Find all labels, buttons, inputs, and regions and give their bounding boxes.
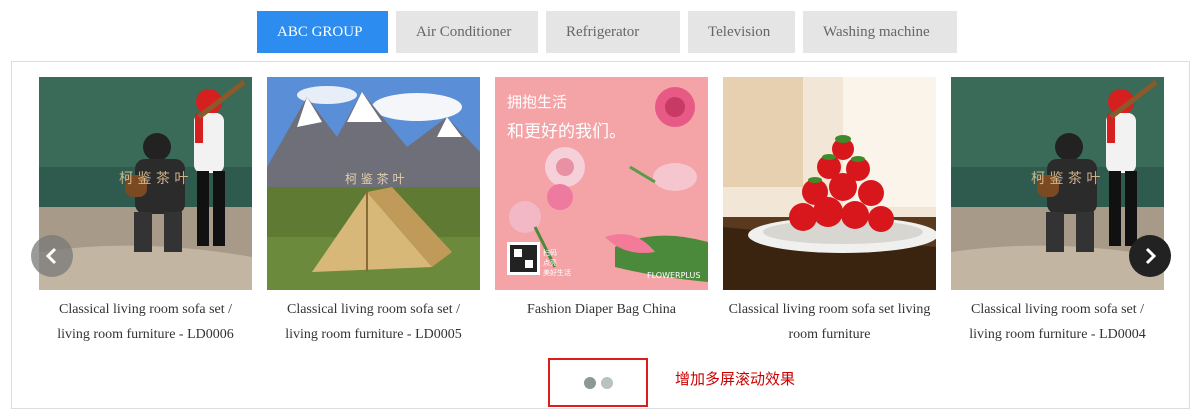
carousel-prev-button[interactable] bbox=[31, 235, 73, 277]
product-caption[interactable]: Classical living room sofa set / living … bbox=[267, 297, 480, 347]
product-image[interactable]: 拥抱生活 和更好的我们。 扫码 点亮 美好生活 FLOWERPLUS bbox=[495, 77, 708, 290]
product-card[interactable]: 柯 鉴 茶 叶 Classical living room sofa set /… bbox=[267, 77, 480, 347]
svg-text:美好生活: 美好生活 bbox=[543, 268, 571, 277]
product-caption[interactable]: Classical living room sofa set / living … bbox=[951, 297, 1164, 347]
carousel-next-button[interactable] bbox=[1129, 235, 1171, 277]
svg-text:点亮: 点亮 bbox=[543, 258, 557, 267]
tab-abc-group[interactable]: ABC GROUP bbox=[257, 11, 388, 53]
annotation-note: 增加多屏滚动效果 bbox=[675, 370, 796, 388]
carousel-dot-2[interactable] bbox=[600, 376, 613, 389]
tab-air-conditioner[interactable]: Air Conditioner bbox=[396, 11, 538, 53]
product-card[interactable]: 拥抱生活 和更好的我们。 扫码 点亮 美好生活 FLOWERPLUS Fashi… bbox=[495, 77, 708, 322]
product-carousel: 柯 鉴 茶 叶 Classical living room sofa set /… bbox=[11, 61, 1190, 409]
product-image[interactable] bbox=[723, 77, 936, 290]
chevron-left-icon bbox=[45, 247, 57, 265]
chevron-right-icon bbox=[1145, 247, 1157, 265]
svg-text:柯 鉴 茶 叶: 柯 鉴 茶 叶 bbox=[119, 171, 188, 187]
product-caption[interactable]: Classical living room sofa set / living … bbox=[39, 297, 252, 347]
tab-refrigerator[interactable]: Refrigerator bbox=[546, 11, 680, 53]
svg-text:柯 鉴 茶 叶: 柯 鉴 茶 叶 bbox=[1031, 171, 1100, 187]
tab-washing-machine[interactable]: Washing machine bbox=[803, 11, 957, 53]
svg-text:扫码: 扫码 bbox=[543, 248, 557, 257]
product-card[interactable]: 柯 鉴 茶 叶 Classical living room sofa set /… bbox=[951, 77, 1164, 347]
svg-text:和更好的我们。: 和更好的我们。 bbox=[507, 122, 626, 142]
carousel-pagination bbox=[548, 358, 648, 407]
product-caption[interactable]: Classical living room sofa set living ro… bbox=[723, 297, 936, 347]
product-card[interactable]: 柯 鉴 茶 叶 Classical living room sofa set /… bbox=[39, 77, 252, 347]
svg-text:柯 鉴 茶 叶: 柯 鉴 茶 叶 bbox=[345, 171, 404, 186]
svg-text:拥抱生活: 拥抱生活 bbox=[507, 93, 567, 111]
product-card[interactable]: Classical living room sofa set living ro… bbox=[723, 77, 936, 347]
carousel-dot-1[interactable] bbox=[583, 376, 596, 389]
category-tabs: ABC GROUP Air Conditioner Refrigerator T… bbox=[257, 11, 957, 53]
product-caption[interactable]: Fashion Diaper Bag China bbox=[495, 297, 708, 322]
svg-text:FLOWERPLUS: FLOWERPLUS bbox=[647, 271, 700, 280]
tab-television[interactable]: Television bbox=[688, 11, 795, 53]
product-image[interactable]: 柯 鉴 茶 叶 bbox=[267, 77, 480, 290]
